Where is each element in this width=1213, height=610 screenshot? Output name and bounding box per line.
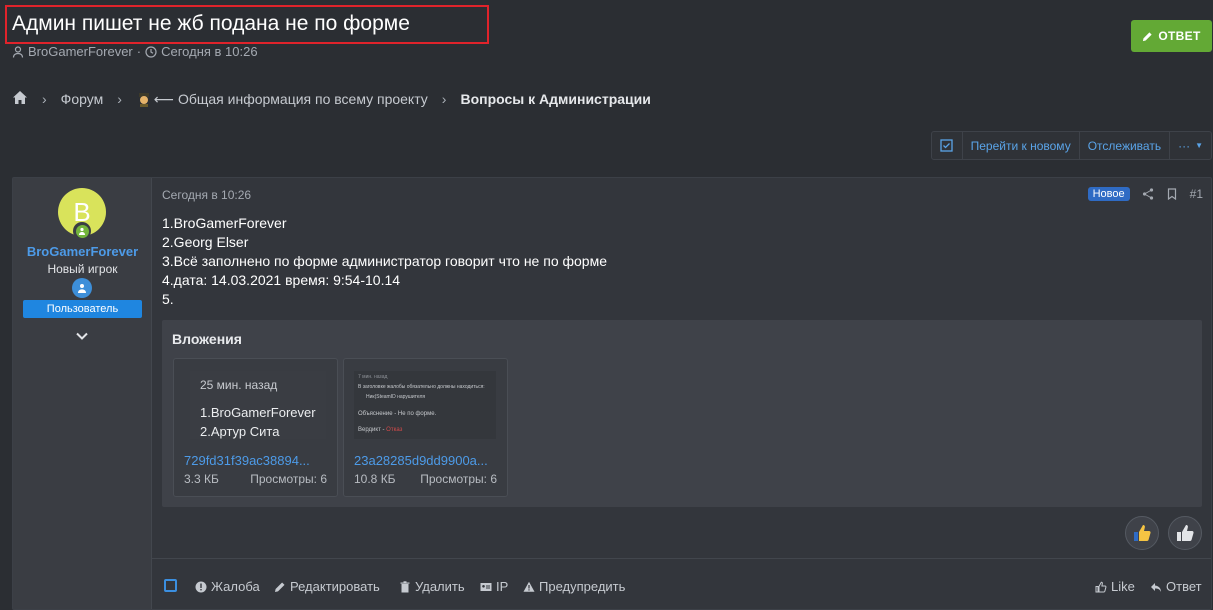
warning-triangle-icon <box>523 581 535 592</box>
post-body: 1.BroGamerForever 2.Georg Elser 3.Всё за… <box>162 214 607 309</box>
thread-toolbar: Перейти к новому Отслеживать ··· ▼ <box>930 131 1212 160</box>
thumb-text: 2.Артур Сита <box>200 424 280 439</box>
delete-button[interactable]: Удалить <box>399 579 465 594</box>
caret-down-icon: ▼ <box>1195 141 1203 150</box>
attachment-thumbnail[interactable]: 25 мин. назад 1.BroGamerForever 2.Артур … <box>190 371 326 439</box>
detective-emoji-icon <box>138 93 149 107</box>
ip-button[interactable]: IP <box>480 579 508 594</box>
attachment-views: Просмотры: 6 <box>250 472 327 486</box>
post-line: 5. <box>162 291 174 307</box>
chevron-right-icon: › <box>42 91 47 107</box>
goto-new-button[interactable]: Перейти к новому <box>961 132 1079 159</box>
attachment-views: Просмотры: 6 <box>420 472 497 486</box>
attachment-thumbnail[interactable]: 7 мин. назад В заголовке жалобы обязател… <box>354 371 496 439</box>
bookmark-icon[interactable] <box>1166 188 1178 200</box>
thumbs-up-icon <box>1134 525 1151 541</box>
page-title: Админ пишет не жб подана не по форме <box>12 12 410 35</box>
attachments-block: Вложения 25 мин. назад 1.BroGamerForever… <box>162 320 1202 507</box>
like-button[interactable]: Like <box>1095 579 1135 594</box>
user-icon <box>12 45 24 58</box>
attachments-title: Вложения <box>172 331 242 347</box>
thumb-text: Объяснение - Не по форме. <box>358 411 437 417</box>
select-checkbox-button[interactable] <box>932 132 962 159</box>
attachment-card[interactable]: 25 мин. назад 1.BroGamerForever 2.Артур … <box>173 358 338 497</box>
breadcrumb-forum[interactable]: Форум <box>61 91 104 107</box>
arrow-icon: ⟵ <box>153 90 174 107</box>
post-line: 3.Всё заполнено по форме администратор г… <box>162 253 607 269</box>
reply-button[interactable]: ОТВЕТ <box>1131 20 1212 52</box>
pencil-icon <box>1143 31 1153 41</box>
post-message: B BroGamerForever Новый игрок Пользовате… <box>12 177 1212 610</box>
online-indicator <box>73 222 91 240</box>
breadcrumb-admin-questions[interactable]: Вопросы к Администрации <box>460 91 650 107</box>
home-icon[interactable] <box>12 90 28 108</box>
clock-icon <box>145 45 157 58</box>
warn-button[interactable]: Предупредить <box>523 579 625 594</box>
thumb-text: 1.BroGamerForever <box>200 405 316 420</box>
reaction-like-button[interactable] <box>1125 516 1159 550</box>
post-line: 4.дата: 14.03.2021 время: 9:54-10.14 <box>162 272 401 288</box>
breadcrumb-general-info[interactable]: Общая информация по всему проекту <box>178 91 428 107</box>
report-button[interactable]: Жалоба <box>195 579 260 594</box>
reaction-more-button[interactable] <box>1168 516 1202 550</box>
edit-button[interactable]: Редактировать <box>274 579 380 594</box>
post-number[interactable]: #1 <box>1190 187 1203 201</box>
meta-separator: · <box>136 44 142 59</box>
user-online-icon <box>79 227 85 235</box>
post-line: 1.BroGamerForever <box>162 215 287 231</box>
post-user-column: B BroGamerForever Новый игрок Пользовате… <box>13 178 152 609</box>
post-action-bar: Жалоба Редактировать Удалить IP Предупре… <box>152 558 1211 609</box>
user-badge-icon <box>72 278 92 298</box>
thread-author[interactable]: BroGamerForever <box>28 44 133 59</box>
post-username[interactable]: BroGamerForever <box>13 244 152 259</box>
reply-button-label: ОТВЕТ <box>1158 29 1201 43</box>
thread-meta: BroGamerForever · Сегодня в 10:26 <box>12 44 258 59</box>
warning-circle-icon <box>195 581 207 592</box>
trash-icon <box>400 580 410 592</box>
thread-date[interactable]: Сегодня в 10:26 <box>161 44 257 59</box>
thumb-text: В заголовке жалобы обязательно должны на… <box>358 384 485 390</box>
more-dots: ··· <box>1178 138 1191 153</box>
pencil-icon <box>275 582 285 592</box>
user-title: Новый игрок <box>47 262 118 276</box>
watch-button[interactable]: Отслеживать <box>1078 132 1169 159</box>
chevron-right-icon: › <box>441 91 447 107</box>
share-icon[interactable] <box>1142 188 1154 200</box>
checkbox-icon <box>940 139 953 152</box>
chevron-down-icon[interactable] <box>74 328 90 344</box>
user-role-banner: Пользователь <box>23 300 142 318</box>
thumbs-up-outline-icon <box>1177 525 1194 541</box>
attachment-size: 10.8 КБ <box>354 472 396 486</box>
attachment-filename[interactable]: 729fd31f39ac38894... <box>184 453 332 468</box>
post-date[interactable]: Сегодня в 10:26 <box>162 188 251 202</box>
thumbs-up-icon <box>1095 581 1107 592</box>
select-post-checkbox[interactable] <box>164 579 177 592</box>
reply-arrow-icon <box>1151 582 1161 592</box>
chevron-right-icon: › <box>117 91 122 107</box>
breadcrumb: › Форум › ⟵ Общая информация по всему пр… <box>12 88 651 110</box>
more-menu-button[interactable]: ··· ▼ <box>1169 132 1211 159</box>
thumb-text: Ник(SteamID нарушителя <box>366 394 426 400</box>
thumb-text: Вердикт - Отказ <box>358 427 403 433</box>
thumb-text: 7 мин. назад <box>358 374 388 380</box>
attachment-filename[interactable]: 23a28285d9dd9900a... <box>354 453 502 468</box>
post-line: 2.Georg Elser <box>162 234 249 250</box>
attachment-card[interactable]: 7 мин. назад В заголовке жалобы обязател… <box>343 358 508 497</box>
reply-post-button[interactable]: Ответ <box>1150 579 1202 594</box>
attachment-size: 3.3 КБ <box>184 472 219 486</box>
id-card-icon <box>480 582 492 591</box>
new-badge: Новое <box>1087 187 1130 201</box>
thumb-text: 25 мин. назад <box>200 378 278 392</box>
post-header-actions: Новое #1 <box>1087 187 1203 201</box>
